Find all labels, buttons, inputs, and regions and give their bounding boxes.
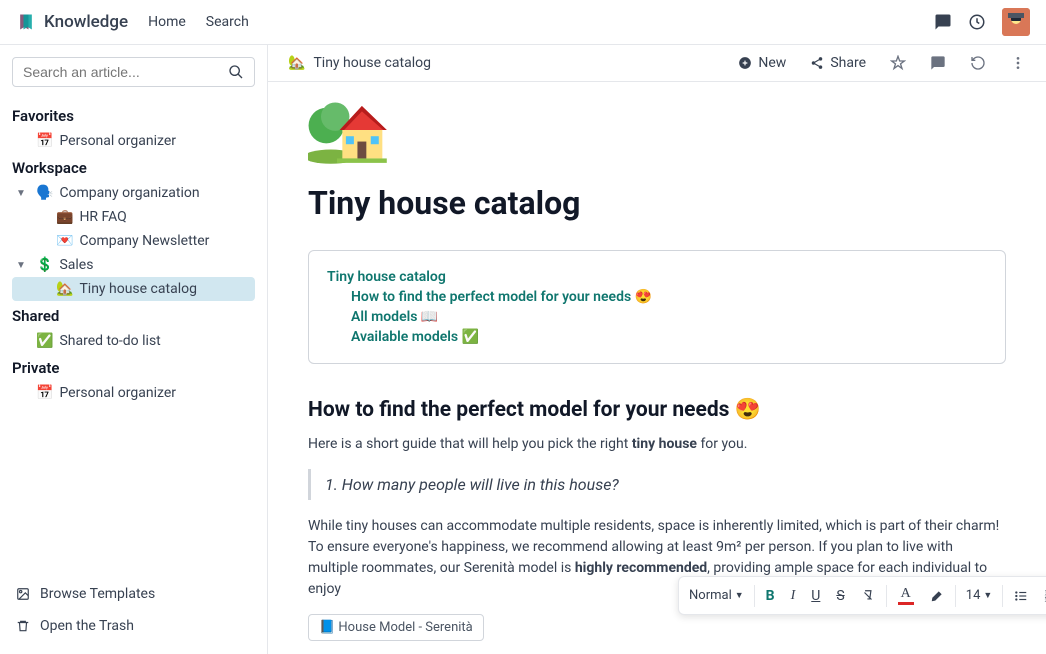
dollar-icon: 💲 (36, 257, 53, 273)
activity-icon[interactable] (968, 13, 986, 31)
breadcrumb-title[interactable]: Tiny house catalog (313, 55, 431, 71)
ws-company-organization[interactable]: ▼ 🗣️ Company organization (12, 181, 255, 205)
chat-icon[interactable] (930, 55, 946, 71)
link-chip-serenita[interactable]: 📘 House Model - Serenità (308, 614, 484, 641)
text-color-button[interactable]: A (891, 581, 921, 610)
article-content: Tiny house catalog Tiny house catalog Ho… (268, 82, 1046, 654)
calendar-icon: 📅 (36, 385, 53, 401)
underline-button[interactable]: U (804, 583, 827, 609)
article-title[interactable]: Tiny house catalog (308, 184, 1006, 222)
ordered-list-button[interactable]: 123 (1037, 584, 1046, 608)
speaking-icon: 🗣️ (36, 185, 53, 201)
nav-search[interactable]: Search (206, 14, 249, 30)
calendar-icon: 📅 (36, 133, 53, 149)
editor-toolbar: Normal▼ B I U S A 14▼ 123 (678, 576, 1046, 615)
bold-button[interactable]: B (759, 583, 782, 609)
main-area: 🏡 Tiny house catalog New Share (268, 45, 1046, 654)
search-box[interactable] (12, 57, 255, 87)
image-icon (16, 587, 30, 601)
shared-todo-list[interactable]: ✅ Shared to-do list (12, 329, 255, 353)
tree-label: Tiny house catalog (79, 281, 197, 297)
history-icon[interactable] (970, 55, 986, 71)
toc-item-2[interactable]: All models 📖 (351, 307, 987, 327)
tree-label: Shared to-do list (59, 333, 160, 349)
bookmark-icon (16, 12, 36, 32)
trash-icon (16, 619, 30, 633)
love-letter-icon: 💌 (56, 233, 73, 249)
priv-personal-organizer[interactable]: 📅 Personal organizer (12, 381, 255, 405)
app-name: Knowledge (44, 12, 128, 32)
article-cover-emoji[interactable] (308, 90, 1006, 184)
highlight-button[interactable] (923, 584, 951, 608)
fav-personal-organizer[interactable]: 📅 Personal organizer (12, 129, 255, 153)
nav-home[interactable]: Home (148, 14, 186, 30)
open-trash-button[interactable]: Open the Trash (12, 610, 255, 642)
share-icon (810, 56, 824, 70)
tree-label: Personal organizer (59, 133, 176, 149)
ws-sales[interactable]: ▼ 💲 Sales (12, 253, 255, 277)
browse-templates-button[interactable]: Browse Templates (12, 578, 255, 610)
section-favorites: Favorites (12, 107, 255, 125)
star-icon[interactable] (890, 55, 906, 71)
topbar-right (934, 8, 1030, 36)
ws-tiny-house-catalog[interactable]: 🏡 Tiny house catalog (12, 277, 255, 301)
ws-hr-faq[interactable]: 💼 HR FAQ (12, 205, 255, 229)
strike-button[interactable]: S (829, 583, 851, 609)
house-icon: 🏡 (56, 281, 73, 297)
clear-format-button[interactable] (854, 584, 882, 608)
size-select[interactable]: 14▼ (960, 584, 999, 607)
tree-label: Personal organizer (59, 385, 176, 401)
toc-item-3[interactable]: Available models ✅ (351, 327, 987, 347)
chevron-down-icon: ▼ (16, 188, 30, 199)
tree-label: HR FAQ (79, 209, 126, 225)
app-logo[interactable]: Knowledge (16, 12, 128, 32)
chevron-down-icon: ▼ (16, 260, 30, 271)
breadcrumb-emoji: 🏡 (288, 55, 305, 71)
briefcase-icon: 💼 (56, 209, 73, 225)
intro-paragraph[interactable]: Here is a short guide that will help you… (308, 434, 1006, 455)
user-avatar[interactable] (1002, 8, 1030, 36)
top-bar: Knowledge Home Search (0, 0, 1046, 45)
tree-label: Sales (59, 257, 93, 273)
section-workspace: Workspace (12, 159, 255, 177)
plus-circle-icon (738, 56, 752, 70)
toc-item-1[interactable]: How to find the perfect model for your n… (351, 287, 987, 307)
question-1[interactable]: 1. How many people will live in this hou… (308, 469, 1006, 500)
breadcrumb-bar: 🏡 Tiny house catalog New Share (268, 45, 1046, 82)
toc-root[interactable]: Tiny house catalog (327, 267, 987, 287)
tree-label: Company organization (59, 185, 199, 201)
style-select[interactable]: Normal▼ (683, 584, 750, 607)
tree-label: Company Newsletter (79, 233, 209, 249)
share-button[interactable]: Share (810, 55, 866, 71)
ws-company-newsletter[interactable]: 💌 Company Newsletter (12, 229, 255, 253)
messages-icon[interactable] (934, 13, 952, 31)
search-input[interactable] (23, 64, 228, 80)
search-icon (228, 64, 244, 80)
section-private: Private (12, 359, 255, 377)
more-icon[interactable] (1010, 55, 1026, 71)
topbar-left: Knowledge Home Search (16, 12, 249, 32)
table-of-contents: Tiny house catalog How to find the perfe… (308, 250, 1006, 364)
new-button[interactable]: New (738, 55, 786, 71)
bullet-list-button[interactable] (1007, 584, 1035, 608)
check-icon: ✅ (36, 333, 53, 349)
italic-button[interactable]: I (784, 583, 803, 609)
section-heading[interactable]: How to find the perfect model for your n… (308, 398, 1006, 422)
section-shared: Shared (12, 307, 255, 325)
sidebar: Favorites 📅 Personal organizer Workspace… (0, 45, 268, 654)
